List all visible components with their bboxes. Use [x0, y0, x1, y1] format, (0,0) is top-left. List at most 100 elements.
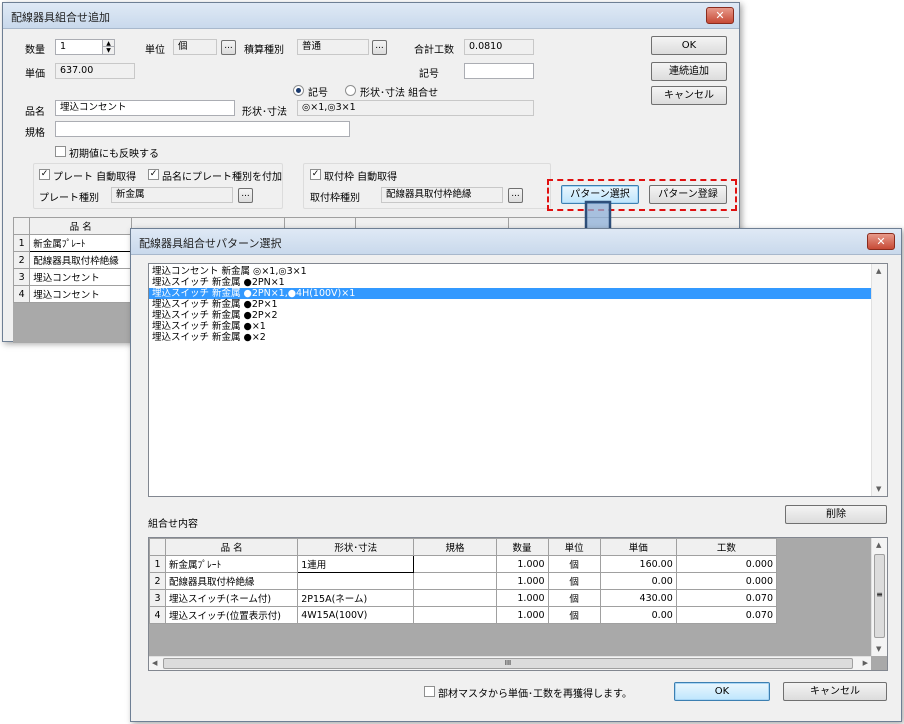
- radio-shape-label: 形状･寸法 組合せ: [360, 88, 439, 99]
- unit-browse-button[interactable]: ...: [221, 40, 236, 55]
- radio-symbol[interactable]: [293, 85, 304, 96]
- delete-button[interactable]: 削除: [785, 505, 887, 524]
- hscroll-grip-icon: III: [504, 659, 512, 667]
- cell-name[interactable]: 埋込コンセント: [29, 268, 133, 286]
- spin-up-icon[interactable]: ▲: [103, 40, 114, 47]
- cell-name[interactable]: 新金属ﾌﾟﾚｰﾄ: [29, 234, 133, 252]
- list-item[interactable]: 埋込スイッチ 新金属 ●2PN×1: [149, 277, 871, 288]
- scroll-right-icon[interactable]: ▶: [863, 659, 868, 667]
- list-item[interactable]: 埋込スイッチ 新金属 ●2P×2: [149, 310, 871, 321]
- quantity-spinner[interactable]: ▲ ▼: [102, 39, 115, 55]
- cancel-button[interactable]: キャンセル: [651, 86, 727, 105]
- product-name-input[interactable]: 埋込コンセント: [55, 100, 235, 116]
- pattern-dialog: 配線器具組合せパターン選択 ✕ 埋込コンセント 新金属 ◎×1,◎3×1 埋込スイ…: [130, 228, 902, 722]
- hscroll-thumb[interactable]: III: [163, 658, 853, 669]
- frame-type-browse-button[interactable]: ...: [508, 188, 523, 203]
- ok-button[interactable]: OK: [651, 36, 727, 55]
- scroll-left-icon[interactable]: ◀: [152, 659, 157, 667]
- cell-qty[interactable]: 1.000: [495, 589, 549, 607]
- cell-labor[interactable]: 0.070: [675, 589, 778, 607]
- scroll-down-icon[interactable]: ▼: [876, 645, 881, 653]
- cell-spec[interactable]: [413, 589, 497, 607]
- cell-name[interactable]: 埋込スイッチ(ネーム付): [165, 589, 299, 607]
- scroll-up-icon[interactable]: ▲: [876, 541, 881, 549]
- cell-name[interactable]: 新金属ﾌﾟﾚｰﾄ: [165, 555, 299, 573]
- cell-price[interactable]: 430.00: [599, 589, 677, 607]
- cell-spec[interactable]: [413, 572, 497, 590]
- col-header-name: 品 名: [165, 538, 299, 556]
- frame-auto-label: 取付枠 自動取得: [324, 172, 398, 183]
- cell-price[interactable]: 160.00: [599, 555, 677, 573]
- scroll-up-icon[interactable]: ▲: [876, 267, 881, 275]
- row-number: 3: [149, 589, 167, 607]
- frame-auto-checkbox[interactable]: ✓: [310, 169, 321, 180]
- plate-auto-checkbox[interactable]: ✓: [39, 169, 50, 180]
- symbol-input[interactable]: [464, 63, 534, 79]
- list-item[interactable]: 埋込スイッチ 新金属 ●×2: [149, 332, 871, 343]
- total-labor-field: 0.0810: [464, 39, 534, 55]
- cell-unit[interactable]: 個: [547, 555, 601, 573]
- table-row[interactable]: 2 配線器具取付枠絶縁 1.000 個 0.00 0.000: [149, 572, 778, 590]
- cell-labor[interactable]: 0.070: [675, 606, 778, 624]
- cell-qty[interactable]: 1.000: [495, 555, 549, 573]
- pattern-list[interactable]: 埋込コンセント 新金属 ◎×1,◎3×1 埋込スイッチ 新金属 ●2PN×1 埋込ス…: [148, 263, 888, 497]
- combination-grid-hscroll[interactable]: ◀ III ▶: [149, 656, 871, 670]
- unit-label: 単位: [145, 45, 165, 56]
- frame-type-label: 取付枠種別: [310, 193, 360, 204]
- cell-qty[interactable]: 1.000: [495, 606, 549, 624]
- table-row[interactable]: 3 埋込スイッチ(ネーム付) 2P15A(ネーム) 1.000 個 430.00…: [149, 589, 778, 607]
- spec-label: 規格: [25, 128, 45, 139]
- pattern-register-button[interactable]: パターン登録: [649, 185, 727, 204]
- pattern-list-items: 埋込コンセント 新金属 ◎×1,◎3×1 埋込スイッチ 新金属 ●2PN×1 埋込ス…: [149, 266, 871, 343]
- close-icon[interactable]: ✕: [867, 233, 895, 250]
- cell-price[interactable]: 0.00: [599, 606, 677, 624]
- cell-name[interactable]: 配線器具取付枠絶縁: [29, 251, 133, 269]
- cell-name[interactable]: 配線器具取付枠絶縁: [165, 572, 299, 590]
- reflect-initial-label: 初期値にも反映する: [69, 149, 159, 160]
- estimate-type-browse-button[interactable]: ...: [372, 40, 387, 55]
- cell-name[interactable]: 埋込スイッチ(位置表示付): [165, 606, 299, 624]
- quantity-input[interactable]: 1: [55, 39, 103, 55]
- col-header-shape: 形状･寸法: [297, 538, 415, 556]
- table-row[interactable]: 4 埋込スイッチ(位置表示付) 4W15A(100V) 1.000 個 0.00…: [149, 606, 778, 624]
- cell-qty[interactable]: 1.000: [495, 572, 549, 590]
- cell-unit[interactable]: 個: [547, 606, 601, 624]
- pattern-dialog-titlebar: 配線器具組合せパターン選択 ✕: [131, 229, 901, 255]
- cell-shape[interactable]: 2P15A(ネーム): [297, 589, 415, 607]
- list-item[interactable]: 埋込コンセント 新金属 ◎×1,◎3×1: [149, 266, 871, 277]
- cell-price[interactable]: 0.00: [599, 572, 677, 590]
- col-name-header: 品 名: [29, 217, 133, 235]
- reflect-initial-checkbox[interactable]: [55, 146, 66, 157]
- quantity-label: 数量: [25, 45, 45, 56]
- vscroll-thumb[interactable]: ≡: [874, 554, 885, 638]
- reacquire-checkbox[interactable]: [424, 686, 435, 697]
- spec-input[interactable]: [55, 121, 350, 137]
- row-number-header: [149, 538, 167, 556]
- cell-labor[interactable]: 0.000: [675, 555, 778, 573]
- continuous-add-button[interactable]: 連続追加: [651, 62, 727, 81]
- radio-shape[interactable]: [345, 85, 356, 96]
- cell-unit[interactable]: 個: [547, 589, 601, 607]
- list-item[interactable]: 埋込スイッチ 新金属 ●2PN×1,●4H(100V)×1: [149, 288, 871, 299]
- list-item[interactable]: 埋込スイッチ 新金属 ●×1: [149, 321, 871, 332]
- plate-name-append-checkbox[interactable]: ✓: [148, 169, 159, 180]
- cancel-button[interactable]: キャンセル: [783, 682, 887, 701]
- cell-spec[interactable]: [413, 555, 497, 573]
- unit-field: 個: [173, 39, 217, 55]
- scroll-down-icon[interactable]: ▼: [876, 485, 881, 493]
- cell-shape[interactable]: 4W15A(100V): [297, 606, 415, 624]
- combination-grid-vscroll[interactable]: ▲ ≡ ▼: [871, 538, 887, 656]
- cell-name[interactable]: 埋込コンセント: [29, 285, 133, 303]
- table-row[interactable]: 1 新金属ﾌﾟﾚｰﾄ 1連用 1.000 個 160.00 0.000: [149, 555, 778, 573]
- pattern-list-scrollbar[interactable]: ▲ ▼: [871, 264, 887, 496]
- close-icon[interactable]: ✕: [706, 7, 734, 24]
- ok-button[interactable]: OK: [674, 682, 770, 701]
- spin-down-icon[interactable]: ▼: [103, 47, 114, 54]
- plate-type-browse-button[interactable]: ...: [238, 188, 253, 203]
- cell-labor[interactable]: 0.000: [675, 572, 778, 590]
- cell-unit[interactable]: 個: [547, 572, 601, 590]
- cell-shape[interactable]: [297, 572, 415, 590]
- list-item[interactable]: 埋込スイッチ 新金属 ●2P×1: [149, 299, 871, 310]
- cell-shape[interactable]: 1連用: [297, 555, 415, 573]
- cell-spec[interactable]: [413, 606, 497, 624]
